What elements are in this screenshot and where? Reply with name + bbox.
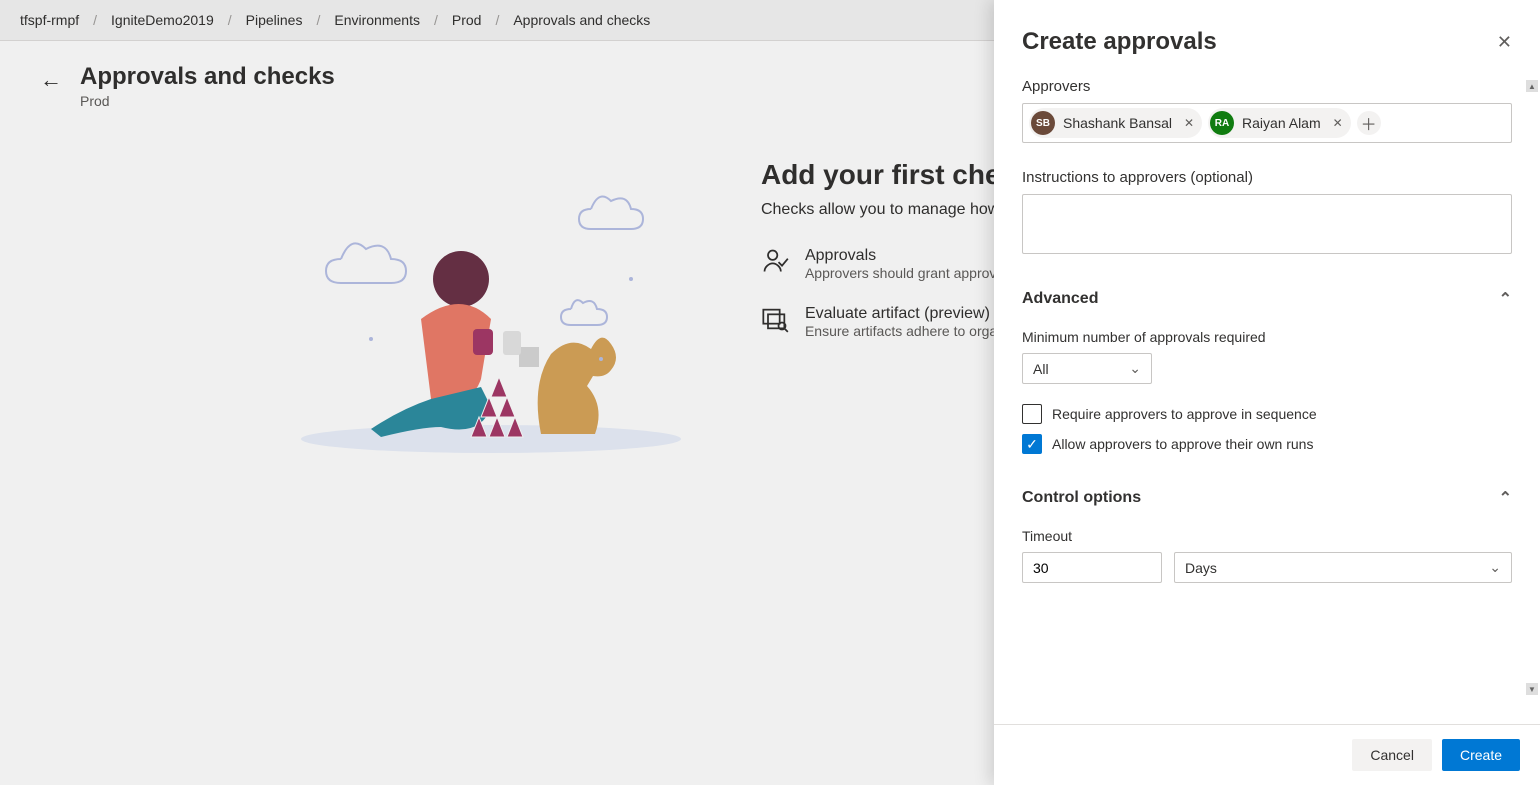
cancel-button[interactable]: Cancel	[1352, 739, 1432, 771]
create-approvals-panel: Create approvals ✕ Approvers SB Shashank…	[994, 0, 1540, 785]
timeout-unit-dropdown[interactable]: Days ⌄	[1174, 552, 1512, 583]
chevron-up-icon: ⌃	[1499, 289, 1512, 309]
control-options-label: Control options	[1022, 489, 1141, 507]
avatar-icon: SB	[1031, 111, 1055, 135]
sequence-label: Require approvers to approve in sequence	[1052, 406, 1317, 422]
sequence-checkbox[interactable]	[1022, 404, 1042, 424]
panel-footer: Cancel Create	[994, 724, 1540, 785]
chevron-down-icon: ⌄	[1489, 559, 1501, 576]
approvers-label: Approvers	[1022, 78, 1512, 95]
control-options-header[interactable]: Control options ⌃	[1022, 488, 1512, 508]
chevron-up-icon: ⌃	[1499, 488, 1512, 508]
timeout-label: Timeout	[1022, 528, 1512, 544]
advanced-section-header[interactable]: Advanced ⌃	[1022, 289, 1512, 309]
instructions-label: Instructions to approvers (optional)	[1022, 169, 1512, 186]
approver-name: Raiyan Alam	[1242, 115, 1321, 131]
scroll-up-icon[interactable]: ▲	[1526, 80, 1538, 92]
add-approver-button[interactable]: ＋	[1357, 111, 1381, 135]
remove-icon[interactable]: ✕	[1333, 116, 1343, 130]
min-approvals-value: All	[1033, 361, 1049, 377]
timeout-unit-value: Days	[1185, 560, 1217, 576]
approver-chip: RA Raiyan Alam ✕	[1208, 108, 1351, 138]
approvers-input[interactable]: SB Shashank Bansal ✕ RA Raiyan Alam ✕ ＋	[1022, 103, 1512, 143]
own-runs-label: Allow approvers to approve their own run…	[1052, 436, 1313, 452]
own-runs-checkbox[interactable]: ✓	[1022, 434, 1042, 454]
min-approvals-dropdown[interactable]: All ⌄	[1022, 353, 1152, 384]
scrollbar[interactable]: ▲ ▼	[1526, 80, 1538, 695]
chevron-down-icon: ⌄	[1129, 360, 1141, 377]
scroll-down-icon[interactable]: ▼	[1526, 683, 1538, 695]
panel-title: Create approvals	[1022, 28, 1217, 56]
min-approvals-label: Minimum number of approvals required	[1022, 329, 1512, 345]
close-icon[interactable]: ✕	[1497, 32, 1512, 53]
avatar-icon: RA	[1210, 111, 1234, 135]
instructions-textarea[interactable]	[1022, 194, 1512, 254]
approver-name: Shashank Bansal	[1063, 115, 1172, 131]
timeout-input[interactable]	[1022, 552, 1162, 583]
approver-chip: SB Shashank Bansal ✕	[1029, 108, 1202, 138]
remove-icon[interactable]: ✕	[1184, 116, 1194, 130]
create-button[interactable]: Create	[1442, 739, 1520, 771]
advanced-label: Advanced	[1022, 290, 1098, 308]
